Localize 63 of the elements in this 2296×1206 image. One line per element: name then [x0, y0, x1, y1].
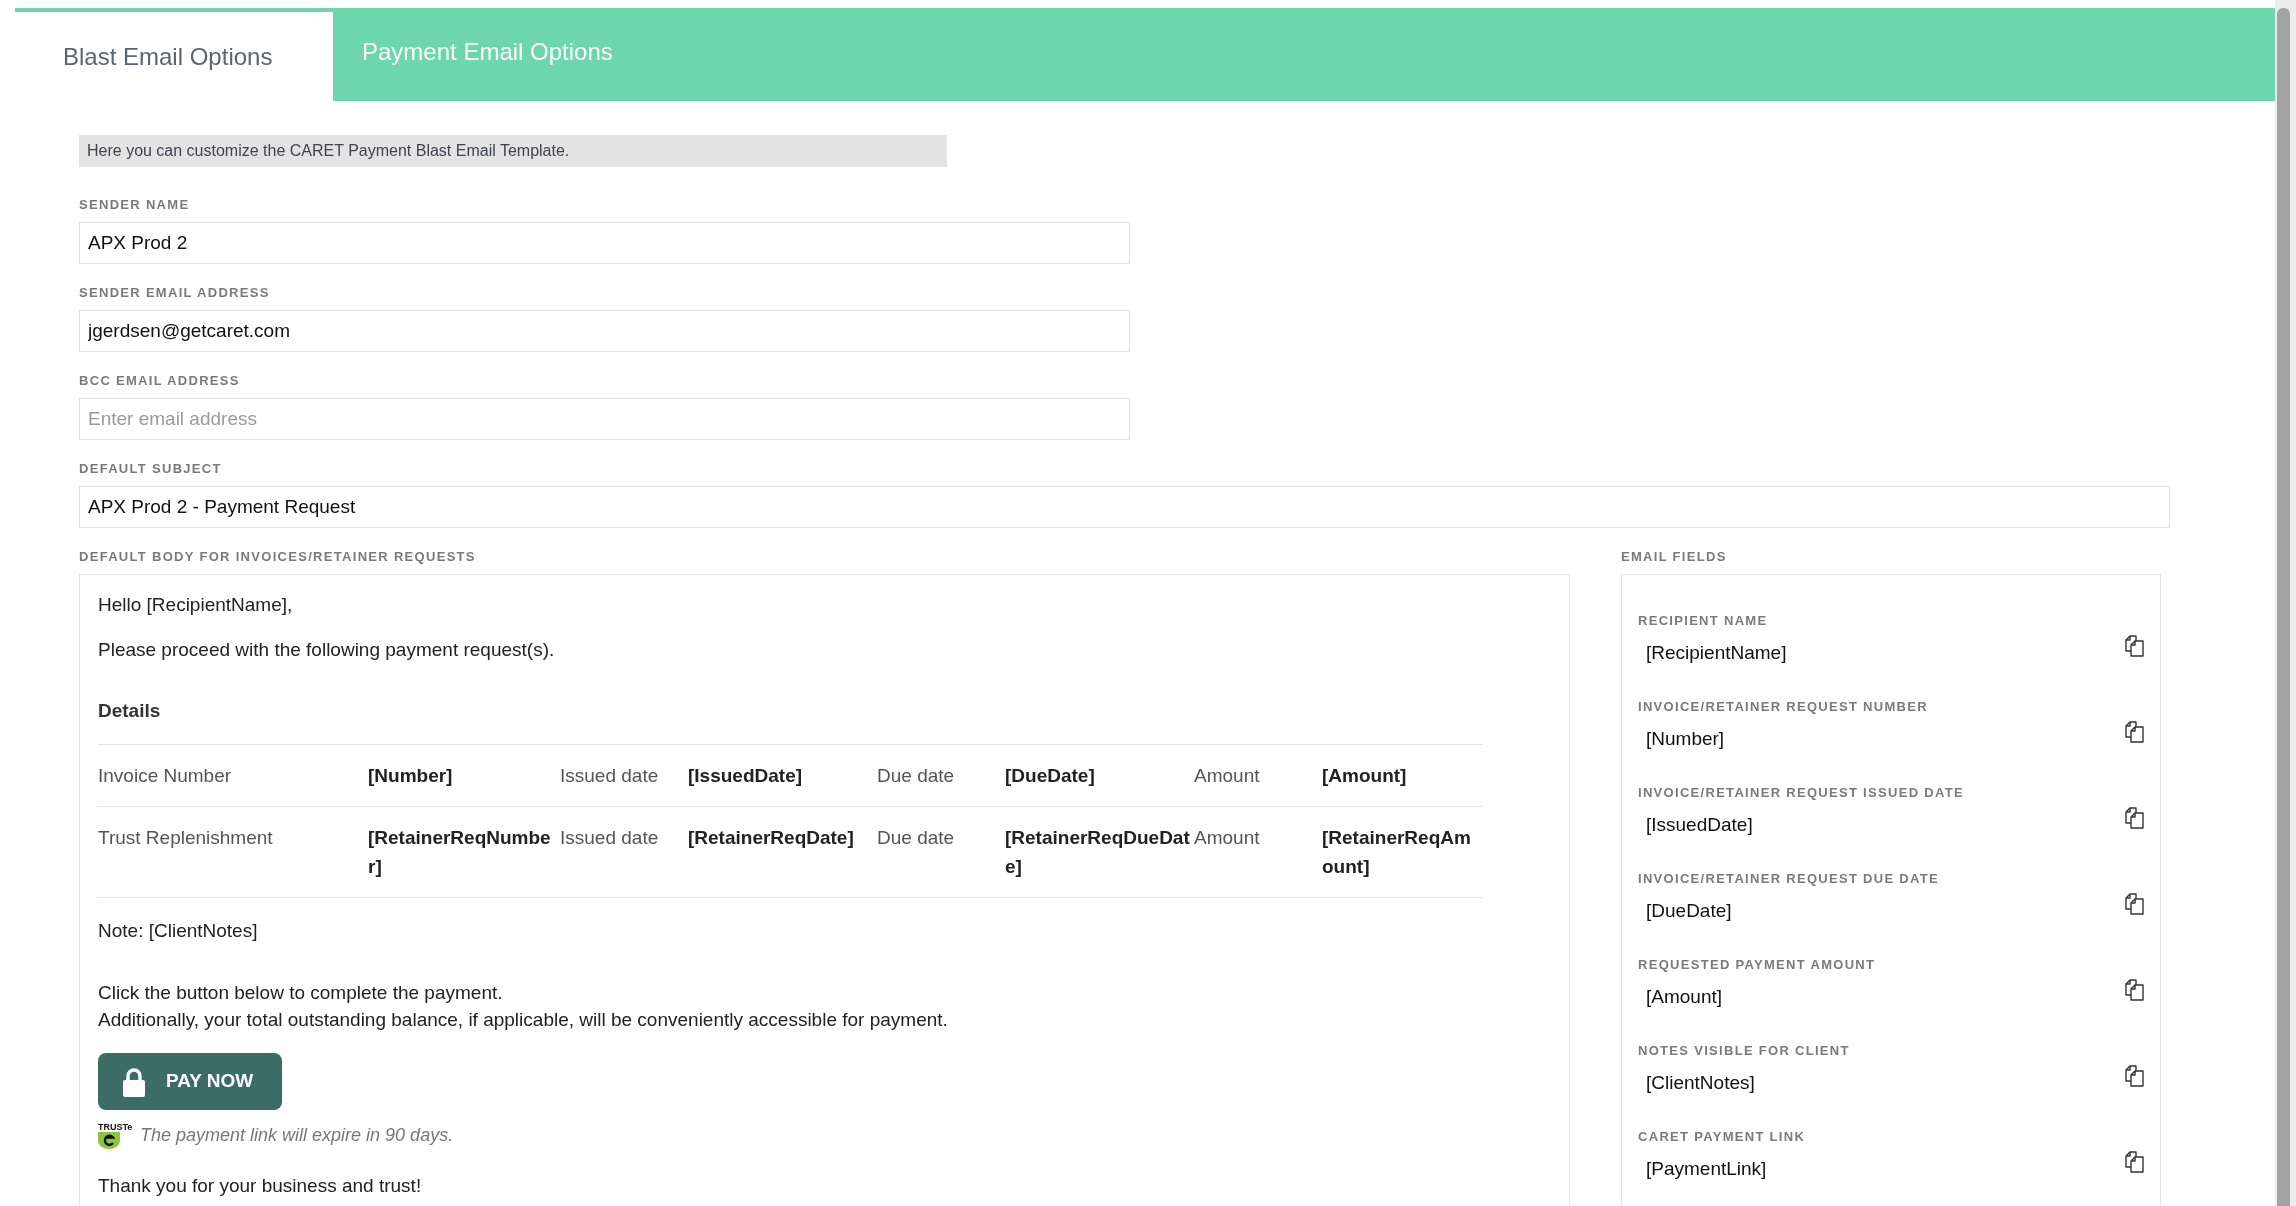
table-cell-text: [Number]: [368, 764, 454, 788]
field-value: [RecipientName]: [1645, 641, 1787, 665]
field-label: SENDER EMAIL ADDRESS: [79, 285, 270, 301]
field-value: [Amount]: [1645, 985, 1723, 1009]
field-value: [IssuedDate]: [1645, 813, 1753, 837]
input-field[interactable]: APX Prod 2 - Payment Request: [79, 486, 2170, 528]
field-label: DEFAULT BODY FOR INVOICES/RETAINER REQUESTS: [79, 549, 476, 565]
lock-icon: [122, 1066, 146, 1097]
table-cell-text: Due date: [877, 764, 956, 788]
table-cell-text: [RetainerReqAmount]: [1322, 826, 1472, 879]
field-label: SENDER NAME: [79, 197, 190, 213]
field-label: DEFAULT SUBJECT: [79, 461, 222, 477]
input-field[interactable]: APX Prod 2: [79, 222, 1130, 264]
field-value: [DueDate]: [1645, 899, 1732, 923]
field-value: [ClientNotes]: [1645, 1071, 1755, 1095]
body-text: Additionally, your total outstanding balance, if applicable, will be conveniently accessible for payment.: [98, 1008, 948, 1032]
field-label: NOTES VISIBLE FOR CLIENT: [1638, 1043, 1850, 1059]
tab[interactable]: Blast Email Options: [15, 12, 333, 101]
table-cell-text: Issued date: [560, 826, 660, 850]
info-banner: Here you can customize the CARET Payment Blast Email Template.: [79, 135, 947, 167]
details-heading: Details: [98, 699, 161, 723]
table-cell-text: [IssuedDate]: [688, 764, 804, 788]
greeting-text: Hello [RecipientName],: [98, 593, 293, 617]
field-label: INVOICE/RETAINER REQUEST NUMBER: [1638, 699, 1928, 715]
copy-icon[interactable]: [2125, 979, 2145, 1001]
field-label: INVOICE/RETAINER REQUEST DUE DATE: [1638, 871, 1939, 887]
copy-icon[interactable]: [2125, 893, 2145, 915]
copy-icon[interactable]: [2125, 721, 2145, 743]
table-cell-text: Due date: [877, 826, 956, 850]
copy-icon[interactable]: [2125, 635, 2145, 657]
field-label: BCC EMAIL ADDRESS: [79, 373, 240, 389]
scrollbar[interactable]: [2277, 8, 2290, 1206]
table-cell-text: Amount: [1194, 764, 1261, 788]
field-label: RECIPIENT NAME: [1638, 613, 1768, 629]
closing-text: Thank you for your business and trust!: [98, 1174, 422, 1198]
field-label: CARET PAYMENT LINK: [1638, 1129, 1806, 1145]
table-cell-text: Trust Replenishment: [98, 826, 274, 850]
field-label: INVOICE/RETAINER REQUEST ISSUED DATE: [1638, 785, 1964, 801]
input-field[interactable]: Enter email address: [79, 398, 1130, 440]
pay-now-button[interactable]: PAY NOW: [98, 1053, 282, 1110]
table-cell-text: Issued date: [560, 764, 660, 788]
copy-icon[interactable]: [2125, 1151, 2145, 1173]
table-cell-text: [RetainerReqDueDate]: [1005, 826, 1191, 879]
email-body-editor[interactable]: [79, 574, 1570, 1206]
logo-text: TRUSTe: [98, 1122, 133, 1132]
table-cell-text: [DueDate]: [1005, 764, 1096, 788]
body-text: Please proceed with the following payment request(s).: [98, 638, 555, 662]
table-cell-text: [RetainerReqNumber]: [368, 826, 552, 879]
copy-icon[interactable]: [2125, 807, 2145, 829]
input-field[interactable]: jgerdsen@getcaret.com: [79, 310, 1130, 352]
field-label: REQUESTED PAYMENT AMOUNT: [1638, 957, 1876, 973]
seal-icon: [98, 1132, 120, 1149]
section-label: EMAIL FIELDS: [1621, 549, 1727, 565]
table-cell-text: [Amount]: [1322, 764, 1408, 788]
table-cell-text: [RetainerReqDate]: [688, 826, 855, 850]
body-text: Click the button below to complete the payment.: [98, 981, 503, 1005]
note-text: Note: [ClientNotes]: [98, 919, 258, 943]
expiry-note: The payment link will expire in 90 days.: [140, 1124, 454, 1147]
copy-icon[interactable]: [2125, 1065, 2145, 1087]
table-cell-text: Invoice Number: [98, 764, 233, 788]
field-value: [PaymentLink]: [1645, 1157, 1767, 1181]
table-cell-text: Amount: [1194, 826, 1261, 850]
field-value: [Number]: [1645, 727, 1725, 751]
